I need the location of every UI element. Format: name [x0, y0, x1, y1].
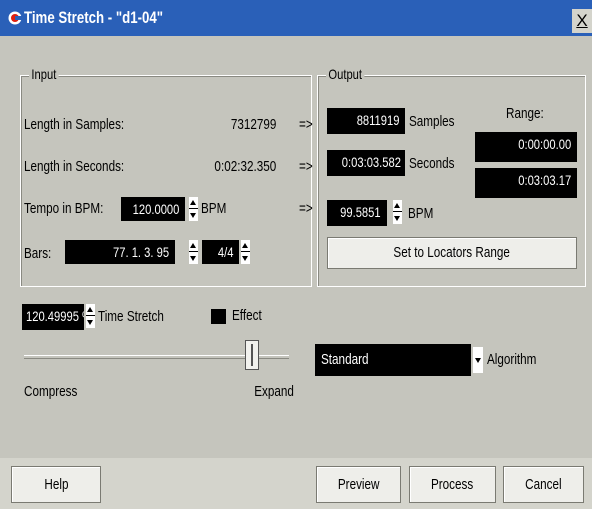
- algorithm-value: Standard: [321, 351, 369, 368]
- output-bpm-field[interactable]: 99.5851: [327, 200, 387, 226]
- output-samples-label: Samples: [409, 113, 455, 130]
- arrow-bpm: =>: [299, 200, 313, 217]
- time-stretch-spinner[interactable]: [86, 304, 95, 328]
- expand-label: Expand: [254, 383, 294, 400]
- time-stretch-value: 120.49995 %: [26, 308, 84, 324]
- signature-input[interactable]: 4/4: [202, 240, 239, 264]
- bars-label: Bars:: [24, 245, 52, 262]
- cubase-logo-icon: [8, 11, 22, 25]
- close-button[interactable]: X: [572, 9, 592, 33]
- length-samples-value: 7312799: [230, 116, 276, 133]
- output-bpm-spinner[interactable]: [393, 200, 402, 224]
- effect-label: Effect: [232, 307, 262, 324]
- tempo-input[interactable]: 120.0000: [121, 197, 185, 221]
- chevron-down-icon[interactable]: [473, 347, 483, 373]
- output-seconds-value: 0:03:03.582: [341, 154, 401, 170]
- time-stretch-input[interactable]: 120.49995 %: [22, 304, 84, 330]
- process-button[interactable]: Process: [409, 466, 496, 503]
- signature-spinner-left[interactable]: [189, 240, 198, 264]
- tempo-value: 120.0000: [132, 201, 180, 217]
- algorithm-label: Algorithm: [487, 351, 537, 368]
- length-samples-label: Length in Samples:: [24, 116, 125, 133]
- range-end-value: 0:03:03.17: [518, 172, 571, 188]
- input-legend: Input: [29, 66, 59, 82]
- output-seconds-field[interactable]: 0:03:03.582: [327, 150, 405, 176]
- compress-label: Compress: [24, 383, 78, 400]
- help-button[interactable]: Help: [11, 466, 101, 503]
- length-seconds-label: Length in Seconds:: [24, 158, 125, 175]
- arrow-seconds: =>: [299, 158, 313, 175]
- time-stretch-label: Time Stretch: [98, 308, 164, 325]
- signature-value: 4/4: [217, 244, 233, 260]
- effect-checkbox[interactable]: [211, 309, 226, 324]
- range-start-field[interactable]: 0:00:00.00: [475, 132, 577, 162]
- output-seconds-label: Seconds: [409, 155, 455, 172]
- tempo-label: Tempo in BPM:: [24, 200, 104, 217]
- algorithm-select[interactable]: Standard: [315, 344, 471, 376]
- preview-button[interactable]: Preview: [316, 466, 401, 503]
- tempo-spinner[interactable]: [189, 197, 198, 221]
- bars-input[interactable]: 77. 1. 3. 95: [65, 240, 175, 264]
- window-title: Time Stretch - "d1-04": [24, 8, 164, 27]
- cancel-button[interactable]: Cancel: [503, 466, 584, 503]
- range-start-value: 0:00:00.00: [518, 136, 571, 152]
- length-seconds-value: 0:02:32.350: [214, 158, 276, 175]
- tempo-unit-label: BPM: [201, 200, 227, 217]
- range-label: Range:: [506, 105, 544, 122]
- bars-value: 77. 1. 3. 95: [112, 244, 169, 260]
- output-samples-value: 8811919: [356, 112, 399, 128]
- output-legend: Output: [326, 66, 365, 82]
- stretch-slider-thumb[interactable]: [244, 340, 259, 370]
- output-bpm-label: BPM: [408, 205, 434, 222]
- set-locators-range-button[interactable]: Set to Locators Range: [327, 237, 577, 269]
- output-bpm-value: 99.5851: [340, 204, 381, 220]
- range-end-field[interactable]: 0:03:03.17: [475, 168, 577, 198]
- signature-spinner-right[interactable]: [241, 240, 250, 264]
- title-bar: Time Stretch - "d1-04" X: [0, 0, 592, 36]
- arrow-samples: =>: [299, 116, 313, 133]
- output-samples-field: 8811919: [327, 108, 405, 134]
